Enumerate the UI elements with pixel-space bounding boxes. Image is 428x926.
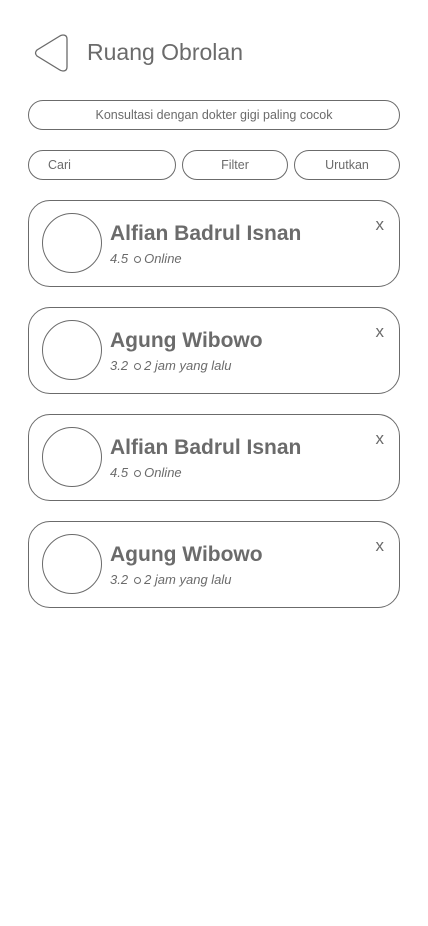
close-button[interactable]: x [376, 429, 385, 449]
avatar [42, 320, 102, 380]
doctor-status: 2 jam yang lalu [144, 572, 232, 587]
doctor-card[interactable]: Alfian Badrul Isnan 4.5 Online x [28, 200, 400, 287]
status-dot-icon [134, 469, 142, 477]
doctor-meta: 4.5 Online [110, 465, 182, 480]
doctor-status: Online [144, 465, 182, 480]
doctor-status: 2 jam yang lalu [144, 358, 232, 373]
doctor-status: Online [144, 251, 182, 266]
doctor-name: Alfian Badrul Isnan [110, 436, 302, 459]
sort-button[interactable]: Urutkan [294, 150, 400, 180]
doctor-card[interactable]: Agung Wibowo 3.2 2 jam yang lalu x [28, 521, 400, 608]
status-dot-icon [134, 362, 142, 370]
filter-button[interactable]: Filter [182, 150, 288, 180]
consultation-banner[interactable]: Konsultasi dengan dokter gigi paling coc… [28, 100, 400, 130]
search-controls: Filter Urutkan [28, 150, 400, 180]
doctor-meta: 3.2 2 jam yang lalu [110, 358, 232, 373]
doctor-meta: 3.2 2 jam yang lalu [110, 572, 232, 587]
status-dot-icon [134, 576, 142, 584]
doctor-card[interactable]: Alfian Badrul Isnan 4.5 Online x [28, 414, 400, 501]
avatar [42, 213, 102, 273]
doctor-name: Agung Wibowo [110, 543, 263, 566]
doctor-card[interactable]: Agung Wibowo 3.2 2 jam yang lalu x [28, 307, 400, 394]
close-button[interactable]: x [376, 322, 385, 342]
doctor-name: Agung Wibowo [110, 329, 263, 352]
close-button[interactable]: x [376, 215, 385, 235]
header: Ruang Obrolan [28, 30, 400, 76]
doctor-meta: 4.5 Online [110, 251, 182, 266]
back-button[interactable] [32, 32, 68, 74]
chevron-left-icon [34, 34, 68, 72]
status-dot-icon [134, 255, 142, 263]
page-title: Ruang Obrolan [87, 39, 243, 65]
close-button[interactable]: x [376, 536, 385, 556]
search-input[interactable] [28, 150, 176, 180]
doctor-rating: 4.5 [110, 251, 129, 266]
doctor-list: Alfian Badrul Isnan 4.5 Online x Agung Wi… [28, 200, 400, 628]
doctor-rating: 4.5 [110, 465, 129, 480]
avatar [42, 427, 102, 487]
avatar [42, 534, 102, 594]
doctor-rating: 3.2 [110, 572, 129, 587]
doctor-rating: 3.2 [110, 358, 129, 373]
doctor-name: Alfian Badrul Isnan [110, 222, 302, 245]
